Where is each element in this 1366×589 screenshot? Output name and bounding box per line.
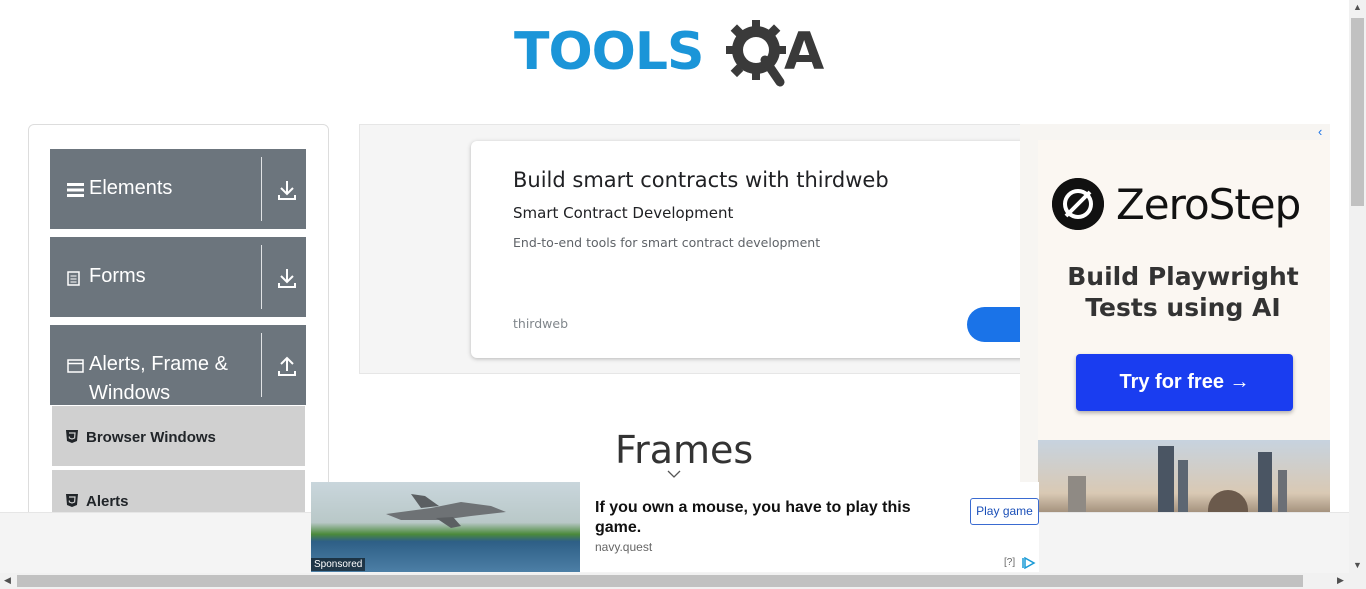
sidebar: Elements Forms Alerts, Frame & Windows B… — [28, 124, 329, 532]
page: TOOLS A Elements Forms Alerts, Frame & W… — [0, 0, 1366, 589]
divider — [261, 245, 262, 309]
sidebar-group-label: Forms — [89, 265, 146, 287]
adchoices-icon[interactable] — [1022, 557, 1038, 569]
chevron-down-icon — [667, 470, 681, 478]
ad-domain: thirdweb — [513, 316, 568, 331]
sidebar-group-label-line2: Windows — [89, 382, 171, 404]
ad-title[interactable]: If you own a mouse, you have to play thi… — [595, 498, 935, 538]
ad-domain: navy.quest — [595, 540, 653, 554]
html5-icon — [66, 430, 78, 443]
ad-tagline: Build Playwright Tests using AI — [1056, 261, 1310, 323]
horizontal-scroll-thumb[interactable] — [17, 575, 1303, 587]
upload-icon — [278, 356, 296, 376]
ad-info-link[interactable]: [?] — [1004, 557, 1015, 568]
sidebar-group-elements[interactable]: Elements — [50, 149, 306, 229]
scroll-left-arrow-icon[interactable]: ◀ — [4, 575, 11, 586]
logo-text-tools: TOOLS — [514, 22, 704, 82]
horizontal-scrollbar[interactable]: ◀ ▶ — [0, 573, 1366, 589]
sponsored-label: Sponsored — [311, 558, 366, 571]
html5-icon — [66, 494, 78, 507]
ad-subtitle: Smart Contract Development — [513, 204, 734, 222]
ad-title[interactable]: Build smart contracts with thirdweb — [513, 168, 889, 192]
toolsqa-logo[interactable]: TOOLS A — [514, 16, 840, 92]
ad-sidebar-zerostep[interactable]: ZeroStep Build Playwright Tests using AI… — [1020, 124, 1330, 514]
ad-card[interactable]: Build smart contracts with thirdweb Smar… — [471, 141, 1028, 358]
sidebar-group-label-line1: Alerts, Frame & — [89, 353, 228, 375]
city-skyline-image — [1038, 440, 1330, 514]
sidebar-group-label: Elements — [89, 177, 173, 199]
download-icon — [278, 269, 296, 288]
sidebar-item-label: Alerts — [86, 493, 129, 510]
ad-brand: ZeroStep — [1116, 180, 1301, 229]
logo-text-a: A — [784, 22, 825, 82]
scroll-up-arrow-icon[interactable]: ▲ — [1353, 2, 1362, 12]
vertical-scroll-thumb[interactable] — [1351, 18, 1364, 206]
zerostep-logo-icon — [1052, 178, 1104, 230]
window-icon — [67, 359, 84, 373]
try-for-free-button[interactable]: Try for free → — [1076, 354, 1293, 411]
sidebar-item-label: Browser Windows — [86, 429, 216, 446]
ad-tagline-line2: Tests using AI — [1085, 293, 1281, 322]
ad-bottom-game[interactable]: Sponsored If you own a mouse, you have t… — [311, 482, 1039, 572]
ad-banner-thirdweb[interactable]: Build smart contracts with thirdweb Smar… — [359, 124, 1029, 374]
sidebar-group-alerts-frame-windows[interactable]: Alerts, Frame & Windows — [50, 325, 306, 405]
adchoices-icon[interactable]: ‹ — [1318, 125, 1329, 139]
vertical-scrollbar[interactable]: ▲ ▼ — [1349, 0, 1366, 573]
scroll-right-arrow-icon[interactable]: ▶ — [1337, 575, 1344, 586]
scroll-down-arrow-icon[interactable]: ▼ — [1353, 560, 1362, 570]
jet-icon — [386, 494, 506, 528]
divider — [261, 333, 262, 397]
ad-description: End-to-end tools for smart contract deve… — [513, 235, 821, 250]
page-title: Frames — [615, 428, 754, 472]
sidebar-item-browser-windows[interactable]: Browser Windows — [52, 406, 305, 468]
ad-tagline-line1: Build Playwright — [1067, 262, 1299, 291]
divider — [261, 157, 262, 221]
jet-image: Sponsored — [311, 482, 580, 572]
hamburger-icon — [67, 183, 84, 197]
download-icon — [278, 181, 296, 200]
document-icon — [67, 271, 80, 286]
play-game-button[interactable]: Play game — [970, 498, 1039, 525]
sidebar-group-forms[interactable]: Forms — [50, 237, 306, 317]
